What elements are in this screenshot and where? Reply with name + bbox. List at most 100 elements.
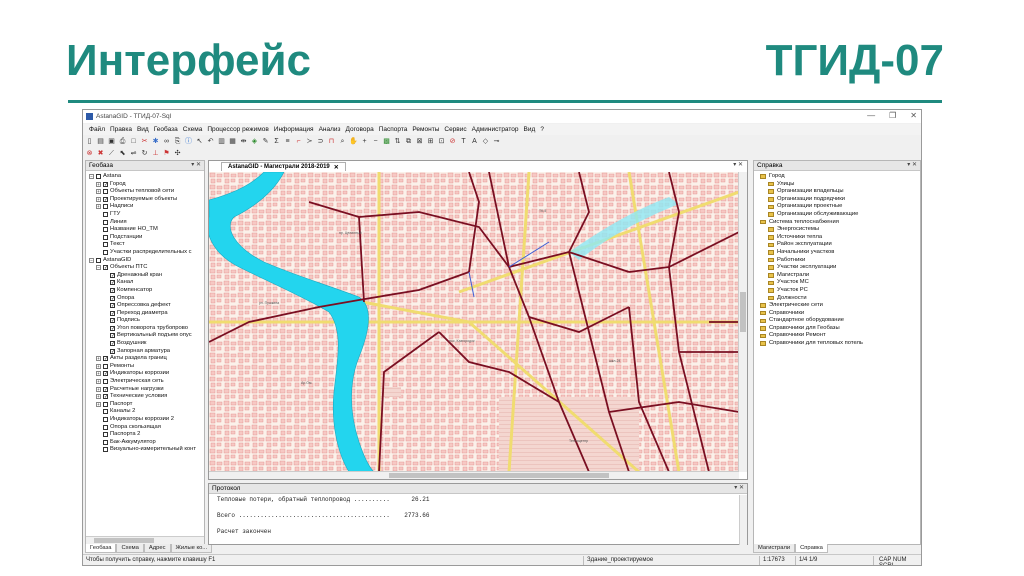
menu-item[interactable]: Администратор	[472, 126, 519, 133]
path-icon[interactable]: ≻	[305, 137, 314, 146]
reference-tree-item[interactable]: Справочники для тепловых потель	[754, 340, 920, 348]
menu-item[interactable]: Геобаза	[154, 126, 178, 133]
layer-tree-item[interactable]: + Паспорт	[86, 401, 204, 409]
reference-tree-item[interactable]: Энергосистемы	[754, 226, 920, 234]
left-panel-tab[interactable]: Геобаза	[85, 544, 117, 553]
align-icon[interactable]: ⇌	[129, 149, 138, 158]
pencil-icon[interactable]: ✎	[261, 137, 270, 146]
layer-visibility-checkbox[interactable]: ✓	[110, 272, 115, 278]
stop-icon[interactable]: ⊗	[85, 149, 94, 158]
layer-tree-item[interactable]: − AstanaGID	[86, 257, 204, 265]
tag-icon[interactable]: ⊥	[151, 149, 160, 158]
layer-visibility-checkbox[interactable]	[103, 363, 108, 369]
filter-icon[interactable]: ⊠	[415, 137, 424, 146]
layer-visibility-checkbox[interactable]	[103, 204, 108, 210]
right-panel-tab[interactable]: Магистрали	[753, 544, 796, 553]
cursor-icon[interactable]: ⬉	[118, 149, 127, 158]
layer-visibility-checkbox[interactable]: ✓	[103, 371, 108, 377]
select-box-icon[interactable]: ⊡	[437, 137, 446, 146]
layer-visibility-checkbox[interactable]: ✓	[103, 386, 108, 392]
layer-visibility-checkbox[interactable]: ✓	[110, 341, 115, 347]
layer-visibility-checkbox[interactable]	[103, 211, 108, 217]
expand-icon[interactable]: +	[96, 379, 101, 385]
layer-tree-item[interactable]: ✓ Опрессовка дефект	[86, 302, 204, 310]
ruler-icon[interactable]: ⊸	[492, 137, 501, 146]
map-tab-close-icon[interactable]: ✕	[334, 164, 339, 171]
doc-tab-menu-icon[interactable]: ▾ ✕	[733, 161, 743, 168]
pipe-icon[interactable]: ⊃	[316, 137, 325, 146]
collapse-icon[interactable]: −	[89, 257, 94, 263]
text-icon[interactable]: T	[459, 137, 468, 146]
route-icon[interactable]: ⌐	[294, 137, 303, 146]
layer-visibility-checkbox[interactable]	[103, 409, 108, 415]
right-panel-tab[interactable]: Справка	[795, 544, 828, 553]
new-file-icon[interactable]: ▯	[85, 137, 94, 146]
layer-tree-item[interactable]: Название НО_ТМ	[86, 226, 204, 234]
reference-tree-item[interactable]: Район эксплуатации	[754, 241, 920, 249]
layer-visibility-checkbox[interactable]: ✓	[110, 287, 115, 293]
reference-tree-item[interactable]: Должности	[754, 295, 920, 303]
layer-tree-item[interactable]: ✓ Запорная арматура	[86, 348, 204, 356]
layer-tree-item[interactable]: + ✓ Расчетные нагрузки	[86, 386, 204, 394]
layer-tree-item[interactable]: + Надписи	[86, 203, 204, 211]
layer-tree-item[interactable]: + ✓ Акты раздела границ	[86, 355, 204, 363]
layer-visibility-checkbox[interactable]	[103, 227, 108, 233]
layer-tree-item[interactable]: + Электрическая сеть	[86, 378, 204, 386]
panel-controls-icon[interactable]: ▾ ✕	[191, 161, 201, 168]
layer-visibility-checkbox[interactable]: ✓	[110, 325, 115, 331]
expand-icon[interactable]: +	[96, 204, 101, 210]
delete-icon[interactable]: ✖	[96, 149, 105, 158]
layer-visibility-checkbox[interactable]: ✓	[110, 310, 115, 316]
layer-tree-item[interactable]: ✓ Канал	[86, 279, 204, 287]
reference-tree-item[interactable]: Система теплоснабжения	[754, 219, 920, 227]
cut-icon[interactable]: ✂	[140, 137, 149, 146]
panel-controls-icon[interactable]: ▾ ✕	[734, 484, 744, 491]
map-document-tab[interactable]: AstanaGID - Магистрали 2018-2019 ✕	[221, 162, 346, 171]
layer-tree-item[interactable]: Линия	[86, 219, 204, 227]
expand-icon[interactable]: +	[96, 363, 101, 369]
reference-tree-item[interactable]: Справочники	[754, 310, 920, 318]
flag-icon[interactable]: ⚑	[162, 149, 171, 158]
undo-icon[interactable]: ↶	[206, 137, 215, 146]
menu-item[interactable]: Ремонты	[412, 126, 439, 133]
expand-icon[interactable]: +	[96, 189, 101, 195]
expand-icon[interactable]: +	[96, 394, 101, 400]
layer-tree-item[interactable]: ✓ Вертикальный подъем опус	[86, 332, 204, 340]
line-tool-icon[interactable]: ⟋	[107, 149, 116, 158]
layer-tree-item[interactable]: Текст	[86, 241, 204, 249]
expand-icon[interactable]: +	[96, 386, 101, 392]
layer-tree-item[interactable]: ✓ Воздушник	[86, 340, 204, 348]
zoom-icon[interactable]: ⌕	[338, 137, 347, 146]
layer-tree-item[interactable]: Каналы 2	[86, 408, 204, 416]
settings-icon[interactable]: ✱	[151, 137, 160, 146]
print-icon[interactable]: ⎙	[118, 137, 127, 146]
close-button[interactable]: ✕	[910, 111, 917, 120]
reference-tree-item[interactable]: Организации проектные	[754, 203, 920, 211]
collapse-icon[interactable]: −	[89, 174, 94, 179]
print-preview-icon[interactable]: ⎘	[173, 137, 182, 146]
expand-icon[interactable]: +	[96, 181, 101, 187]
layer-visibility-checkbox[interactable]	[103, 432, 108, 438]
reference-tree-item[interactable]: Участок МС	[754, 279, 920, 287]
sigma-icon[interactable]: Σ	[272, 137, 281, 146]
expand-icon[interactable]: +	[96, 356, 101, 362]
no-entry-icon[interactable]: ⊘	[448, 137, 457, 146]
reference-tree-item[interactable]: Работники	[754, 257, 920, 265]
reference-tree-item[interactable]: Организации подрядчики	[754, 196, 920, 204]
menu-item[interactable]: Вид	[137, 126, 149, 133]
reference-tree-item[interactable]: Справочники для Геобазы	[754, 325, 920, 333]
map-horizontal-scrollbar[interactable]	[209, 471, 739, 479]
expand-icon[interactable]: +	[96, 401, 101, 407]
layer-tree-item[interactable]: − Astana	[86, 173, 204, 181]
layer-visibility-checkbox[interactable]	[103, 379, 108, 385]
reference-tree-item[interactable]: Магистрали	[754, 272, 920, 280]
layer-visibility-checkbox[interactable]	[103, 249, 108, 255]
save-icon[interactable]: ▣	[107, 137, 116, 146]
layer-visibility-checkbox[interactable]: ✓	[103, 356, 108, 362]
left-panel-tab[interactable]: Схема	[116, 544, 144, 553]
menu-item[interactable]: Файл	[89, 126, 105, 133]
layer-visibility-checkbox[interactable]	[103, 401, 108, 407]
reference-tree-item[interactable]: Организации владельцы	[754, 188, 920, 196]
layer-tree-item[interactable]: ✓ Переход диаметра	[86, 310, 204, 318]
map-canvas[interactable]: пр. Целинный пос. Казгородок Теплоцентр …	[209, 172, 739, 472]
